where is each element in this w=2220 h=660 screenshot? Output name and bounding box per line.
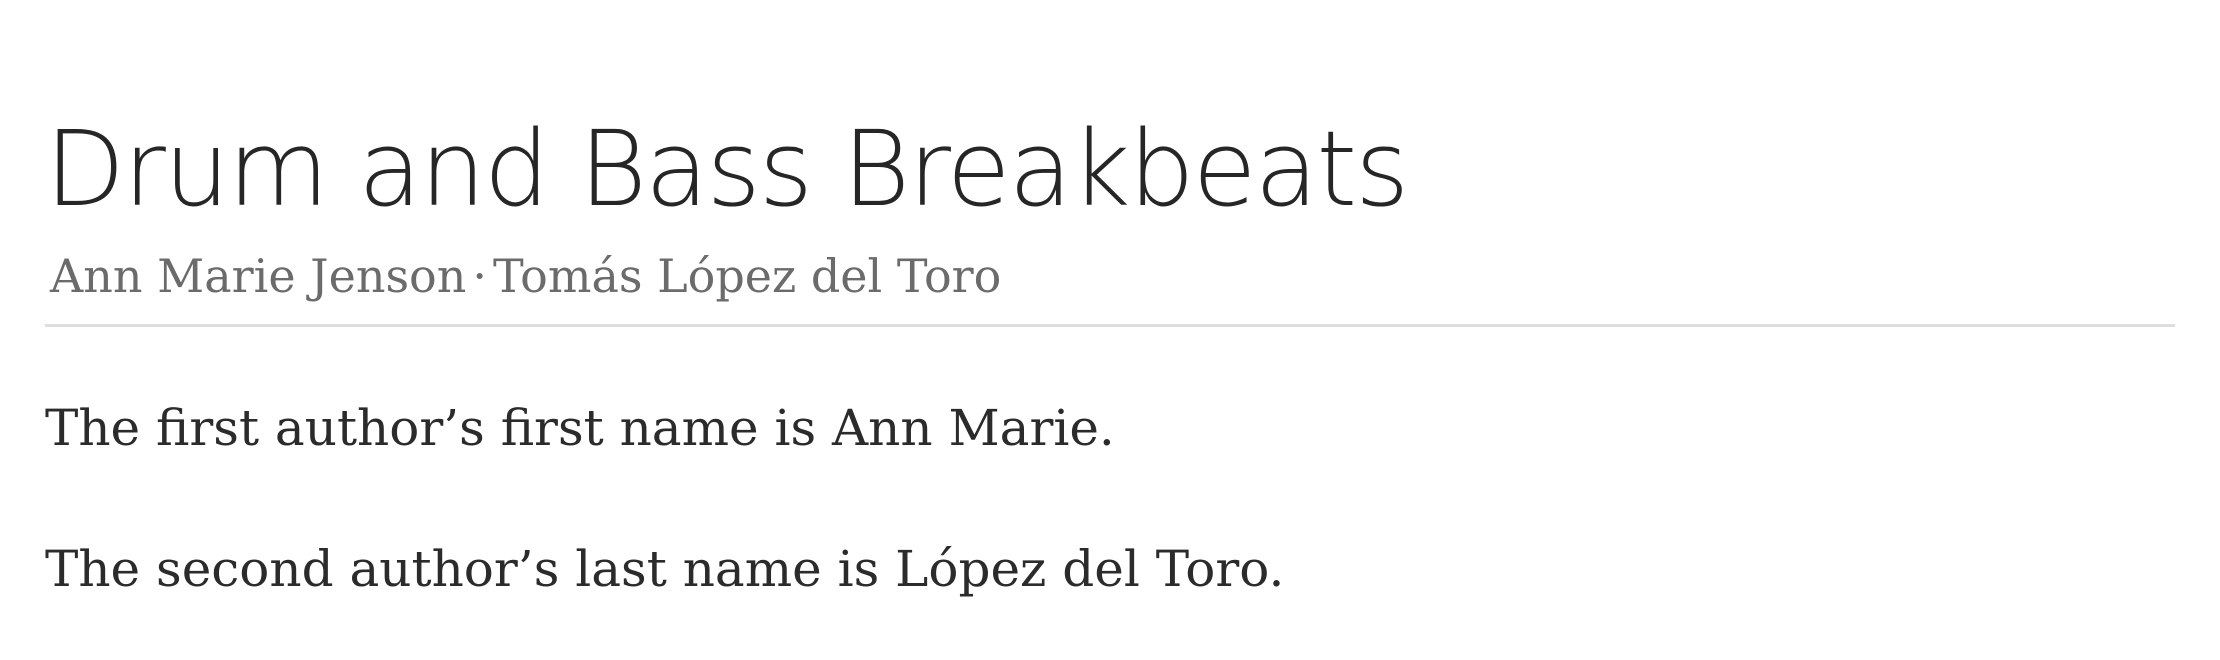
author-name: Ann Marie Jenson <box>50 249 467 303</box>
body-paragraph: The first author’s first name is Ann Mar… <box>45 399 1115 457</box>
header-divider <box>45 324 2175 327</box>
body-paragraph: The second author’s last name is López d… <box>45 540 1285 598</box>
document-page: Drum and Bass Breakbeats Ann Marie Jenso… <box>45 0 2175 660</box>
document-title: Drum and Bass Breakbeats <box>45 108 1409 230</box>
author-separator: · <box>472 249 488 303</box>
author-line: Ann Marie Jenson · Tomás López del Toro <box>50 249 1001 304</box>
author-name: Tomás López del Toro <box>493 249 1002 303</box>
